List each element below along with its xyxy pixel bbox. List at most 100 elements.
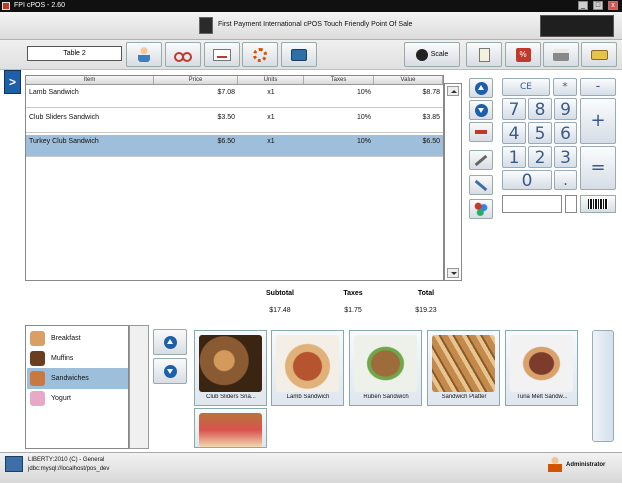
customer-icon	[138, 47, 150, 62]
category-item-sandwiches[interactable]: Sandwiches	[27, 368, 128, 389]
clear-entry-key[interactable]: CE	[502, 78, 550, 96]
move-line-down-button[interactable]	[469, 100, 493, 120]
app-header: First Payment International cPOS Touch F…	[0, 12, 622, 40]
column-header-price[interactable]: Price	[154, 76, 238, 84]
digit-5-key[interactable]: 5	[528, 122, 552, 144]
row-item: Club Sliders Sandwich	[29, 114, 100, 121]
product-label: Tuna Melt Sandw...	[516, 394, 568, 400]
column-header-units[interactable]: Units	[238, 76, 304, 84]
close-button[interactable]: x	[608, 1, 618, 10]
category-item-breakfast[interactable]: Breakfast	[27, 328, 128, 349]
ticket-scrollbar[interactable]	[444, 83, 462, 281]
discount-button[interactable]: %	[505, 42, 541, 67]
edit-line-button[interactable]	[469, 150, 493, 170]
multiply-key[interactable]: *	[553, 78, 577, 96]
print-button[interactable]	[543, 42, 579, 67]
category-scrollbar[interactable]	[129, 325, 149, 449]
customer-button[interactable]	[126, 42, 162, 67]
column-header-item[interactable]: Item	[26, 76, 154, 84]
category-label: Muffins	[51, 355, 74, 362]
product-grid: Club Sliders Sna... Lamb Sandwich Ruben …	[192, 325, 590, 449]
digit-7-key[interactable]: 7	[502, 98, 526, 120]
digit-2-key[interactable]: 2	[528, 146, 552, 168]
row-price: $6.50	[217, 138, 235, 145]
category-item-muffins[interactable]: Muffins	[27, 348, 128, 369]
product-button[interactable]: Tuna Melt Sandw...	[505, 330, 578, 406]
minus-key[interactable]: -	[580, 78, 616, 96]
row-units: x1	[267, 89, 275, 96]
product-scrollbar[interactable]	[592, 330, 614, 442]
plus-key[interactable]: +	[580, 98, 616, 144]
receipt-icon	[478, 47, 490, 62]
split-ticket-button[interactable]	[165, 42, 201, 67]
table-name-field[interactable]: Table 2	[27, 46, 122, 61]
payment-card-button[interactable]	[204, 42, 240, 67]
digit-1-key[interactable]: 1	[502, 146, 526, 168]
amount-input[interactable]	[502, 195, 562, 213]
category-label: Breakfast	[51, 335, 81, 342]
row-item: Turkey Club Sandwich	[29, 138, 99, 145]
row-taxes: 10%	[356, 138, 371, 145]
sandwich-icon	[30, 371, 45, 386]
category-label: Yogurt	[51, 395, 71, 402]
digit-6-key[interactable]: 6	[554, 122, 577, 144]
settings-button[interactable]	[242, 42, 278, 67]
product-button[interactable]: Club Sliders Sna...	[194, 330, 267, 406]
minimize-button[interactable]: _	[578, 1, 588, 10]
product-button[interactable]: Ruben Sandwich	[349, 330, 422, 406]
category-down-button[interactable]	[153, 358, 187, 384]
scroll-down-arrow-icon[interactable]	[447, 268, 459, 278]
decimal-key[interactable]: .	[554, 170, 577, 190]
product-label: Ruben Sandwich	[363, 394, 409, 400]
discount-icon: %	[515, 47, 531, 62]
camera-button[interactable]	[281, 42, 317, 67]
attributes-button[interactable]	[469, 199, 493, 219]
sidebar-toggle-button[interactable]: >	[4, 70, 21, 94]
total-label: Total	[417, 290, 435, 297]
cash-drawer-button[interactable]	[581, 42, 617, 67]
taxes-value: $1.75	[344, 307, 362, 314]
category-up-button[interactable]	[153, 329, 187, 355]
digit-0-key[interactable]: 0	[502, 170, 552, 191]
yogurt-icon	[30, 391, 45, 406]
digit-9-key[interactable]: 9	[554, 98, 577, 120]
line-tools-button[interactable]	[469, 175, 493, 195]
arrow-down-icon	[163, 364, 177, 378]
user-name[interactable]: Administrator	[566, 462, 605, 468]
product-button[interactable]: Sandwich Platter	[427, 330, 500, 406]
row-item: Lamb Sandwich	[29, 89, 79, 96]
cubes-icon	[474, 202, 488, 216]
barcode-button[interactable]	[580, 195, 616, 213]
scale-button[interactable]: Scale	[404, 42, 460, 67]
product-image	[199, 335, 262, 392]
scroll-up-arrow-icon[interactable]	[447, 86, 459, 96]
product-button[interactable]	[194, 408, 267, 448]
muffin-icon	[30, 351, 45, 366]
header-tagline: First Payment International cPOS Touch F…	[218, 21, 413, 28]
row-value: $8.78	[422, 89, 440, 96]
brand-logo	[540, 15, 614, 37]
quantity-input[interactable]	[565, 195, 577, 213]
digit-3-key[interactable]: 3	[554, 146, 577, 168]
table-row-selected[interactable]: Turkey Club Sandwich $6.50 x1 10% $6.50	[26, 135, 443, 157]
column-header-taxes[interactable]: Taxes	[304, 76, 374, 84]
table-row[interactable]: Club Sliders Sandwich $3.50 x1 10% $3.85	[26, 111, 443, 133]
digit-8-key[interactable]: 8	[528, 98, 552, 120]
scale-button-label: Scale	[430, 51, 449, 58]
digit-4-key[interactable]: 4	[502, 122, 526, 144]
table-row[interactable]: Lamb Sandwich $7.08 x1 10% $8.78	[26, 86, 443, 108]
remove-line-button[interactable]	[469, 122, 493, 142]
row-units: x1	[267, 138, 275, 145]
column-header-value[interactable]: Value	[374, 76, 443, 84]
breakfast-icon	[30, 331, 45, 346]
row-taxes: 10%	[356, 89, 371, 96]
wrench-icon	[474, 154, 488, 166]
product-label: Sandwich Platter	[441, 394, 487, 400]
move-line-up-button[interactable]	[469, 78, 493, 98]
app-icon	[2, 2, 10, 10]
equals-key[interactable]: =	[580, 146, 616, 190]
receipt-button[interactable]	[466, 42, 502, 67]
maximize-button[interactable]: □	[593, 1, 603, 10]
product-button[interactable]: Lamb Sandwich	[271, 330, 344, 406]
category-item-yogurt[interactable]: Yogurt	[27, 388, 128, 409]
